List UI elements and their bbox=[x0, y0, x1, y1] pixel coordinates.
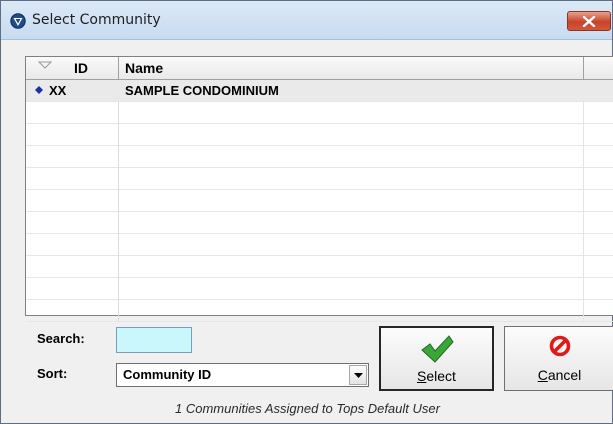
sort-label: Sort: bbox=[37, 366, 68, 381]
sort-select[interactable]: Community ID bbox=[116, 363, 369, 387]
column-header-id[interactable]: ID bbox=[26, 57, 119, 79]
grid-rows: XX SAMPLE CONDOMINIUM bbox=[26, 80, 613, 322]
empty-row bbox=[26, 212, 613, 234]
community-grid[interactable]: ID Name XX SAMPLE CONDOMINIUM bbox=[25, 56, 613, 322]
sort-selected-value: Community ID bbox=[123, 367, 212, 382]
cancel-button[interactable]: Cancel bbox=[504, 326, 613, 391]
empty-row bbox=[26, 102, 613, 124]
select-community-dialog: Select Community ID Name XX SAMPLE CONDO… bbox=[0, 0, 613, 424]
select-button[interactable]: Select bbox=[379, 326, 494, 391]
grid-header: ID Name bbox=[26, 57, 613, 80]
window-title: Select Community bbox=[32, 12, 161, 28]
app-logo-icon bbox=[10, 13, 26, 29]
row-marker-icon bbox=[35, 86, 43, 94]
checkmark-icon bbox=[420, 335, 454, 363]
empty-row bbox=[26, 146, 613, 168]
empty-row bbox=[26, 190, 613, 212]
select-button-label: Select bbox=[417, 368, 456, 384]
sort-dropdown-button[interactable] bbox=[349, 365, 367, 385]
empty-row bbox=[26, 168, 613, 190]
search-label: Search: bbox=[37, 331, 85, 346]
column-header-id-label: ID bbox=[74, 60, 88, 76]
empty-row bbox=[26, 278, 613, 300]
dropdown-arrow-icon bbox=[354, 373, 363, 378]
close-button[interactable] bbox=[567, 11, 611, 31]
empty-row bbox=[26, 300, 613, 322]
no-entry-icon bbox=[549, 335, 570, 357]
cancel-button-label: Cancel bbox=[537, 367, 582, 383]
empty-row bbox=[26, 124, 613, 146]
column-header-name[interactable]: Name bbox=[119, 57, 584, 79]
close-icon bbox=[582, 16, 596, 27]
table-row[interactable]: XX SAMPLE CONDOMINIUM bbox=[26, 80, 613, 102]
title-bar: Select Community bbox=[1, 1, 612, 40]
empty-row bbox=[26, 234, 613, 256]
column-header-blank bbox=[584, 57, 613, 79]
cell-name: SAMPLE CONDOMINIUM bbox=[125, 83, 279, 98]
cell-id: XX bbox=[49, 83, 67, 98]
search-input[interactable] bbox=[116, 327, 192, 353]
empty-row bbox=[26, 256, 613, 278]
sort-arrow-icon bbox=[38, 61, 52, 69]
status-text: 1 Communities Assigned to Tops Default U… bbox=[175, 401, 440, 416]
